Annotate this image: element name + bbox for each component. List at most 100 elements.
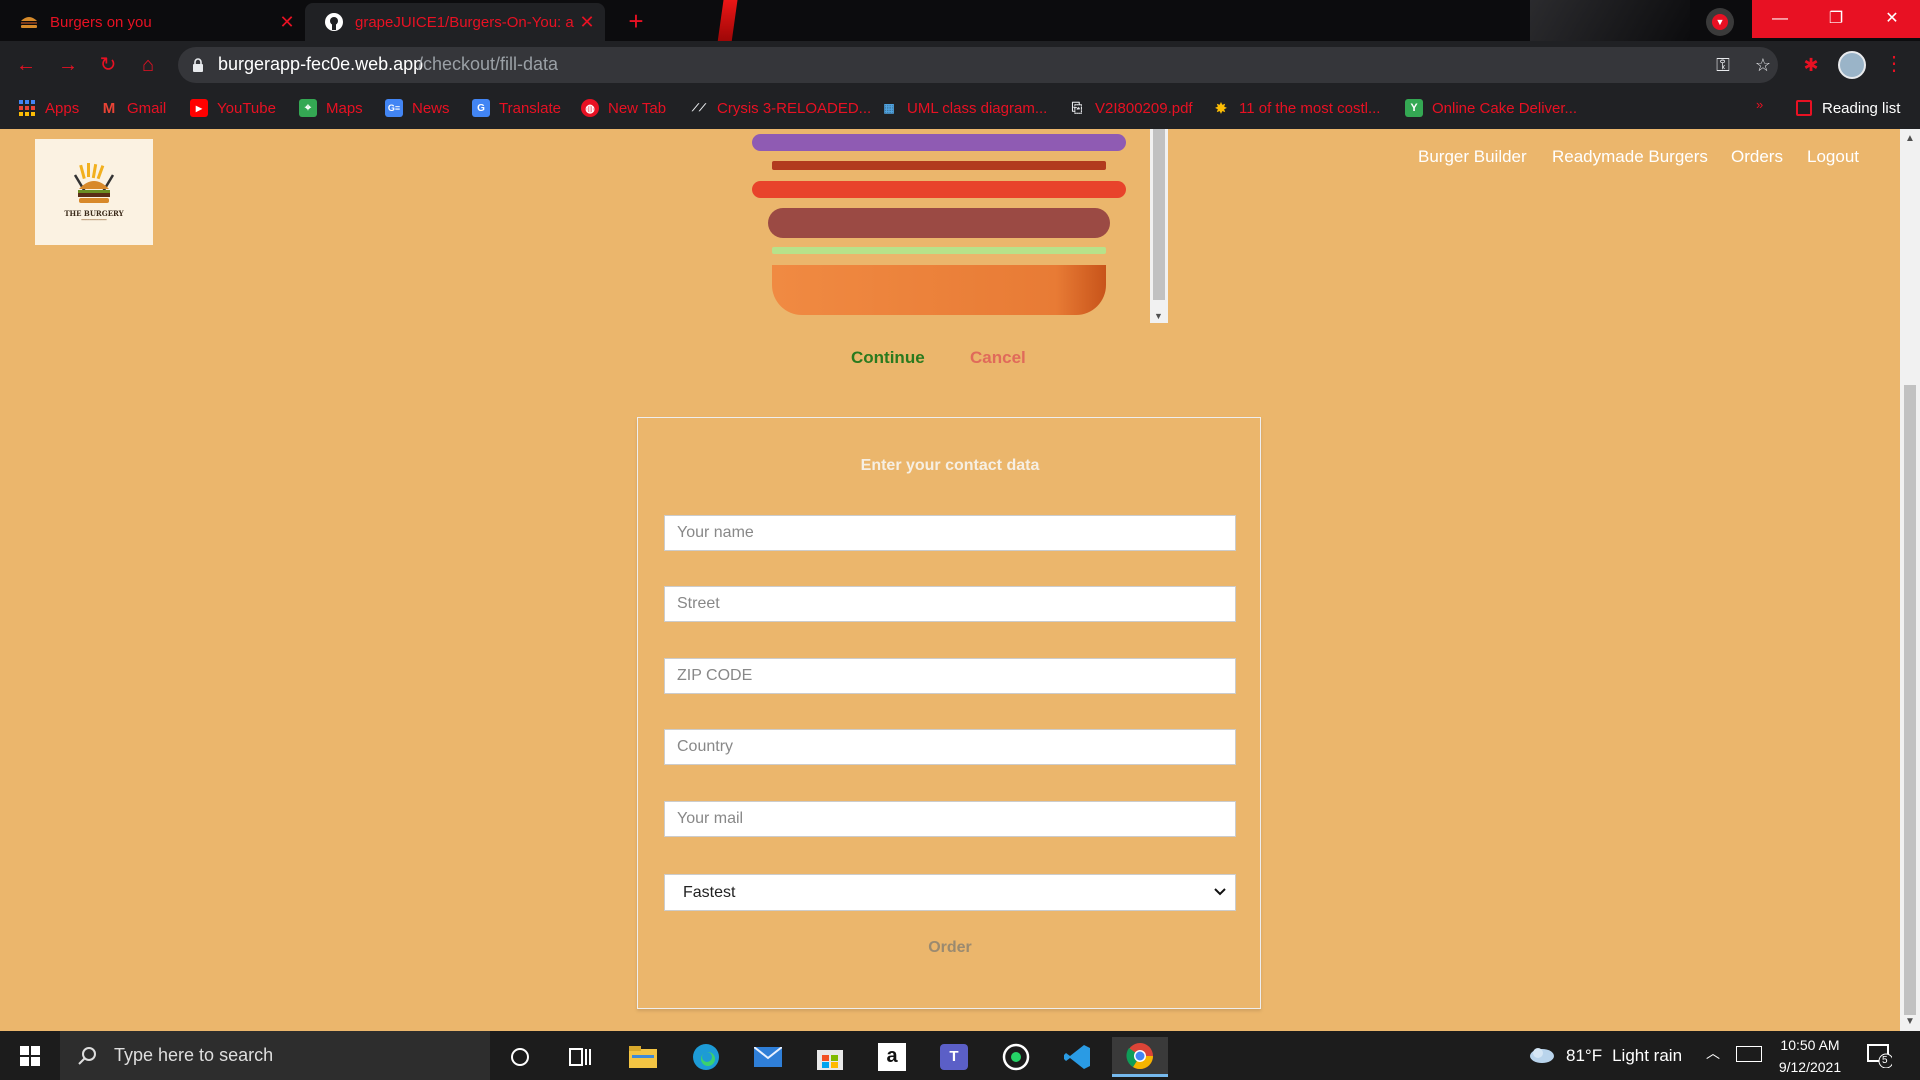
zip-code-field[interactable] bbox=[664, 658, 1236, 694]
vscode-icon[interactable] bbox=[1050, 1037, 1106, 1077]
tab-burgers-on-you[interactable]: Burgers on you ✕ bbox=[0, 3, 305, 41]
bookmark-news[interactable]: G≡ News bbox=[385, 95, 450, 121]
uml-icon: ▦ bbox=[883, 101, 895, 115]
article-icon: ✸ bbox=[1215, 99, 1227, 116]
search-icon bbox=[78, 1046, 96, 1065]
tab-title: Burgers on you bbox=[50, 13, 152, 31]
street-field[interactable] bbox=[664, 586, 1236, 622]
more-bookmarks-chevron-icon[interactable]: » bbox=[1756, 97, 1763, 112]
continue-button[interactable]: Continue bbox=[851, 348, 925, 368]
mail-icon[interactable] bbox=[740, 1037, 796, 1077]
scroll-down-arrow-icon[interactable]: ▼ bbox=[1905, 1016, 1915, 1027]
tab-github[interactable]: grapeJUICE1/Burgers-On-You: a ✕ bbox=[305, 3, 605, 41]
burger-favicon-icon bbox=[20, 13, 38, 31]
burger-preview bbox=[745, 129, 1167, 323]
page-scrollbar[interactable]: ▲ ▼ bbox=[1900, 129, 1920, 1031]
task-view-icon[interactable] bbox=[552, 1037, 608, 1077]
logo-tagline: ━━━━━━━━━━━━ bbox=[81, 217, 107, 222]
restore-button[interactable]: ❐ bbox=[1808, 0, 1864, 38]
bookmark-maps[interactable]: ⌖ Maps bbox=[299, 95, 363, 121]
burger-logo-icon bbox=[73, 162, 115, 203]
notification-count: 5 bbox=[1882, 1055, 1888, 1066]
reading-list-button[interactable]: Reading list bbox=[1796, 95, 1900, 121]
star-bookmark-icon[interactable]: ☆ bbox=[1750, 52, 1776, 78]
burger-layer-bacon bbox=[772, 161, 1106, 170]
page-scrollbar-thumb[interactable] bbox=[1904, 385, 1916, 1015]
name-field[interactable] bbox=[664, 515, 1236, 551]
cancel-button[interactable]: Cancel bbox=[970, 348, 1026, 368]
bookmark-uml[interactable]: ▦ UML class diagram... bbox=[880, 95, 1047, 121]
profile-avatar[interactable] bbox=[1838, 51, 1866, 79]
clock-time: 10:50 AM bbox=[1780, 1037, 1840, 1053]
teams-icon[interactable]: T bbox=[926, 1037, 982, 1077]
minimize-button[interactable]: — bbox=[1752, 0, 1808, 38]
nav-readymade-burgers[interactable]: Readymade Burgers bbox=[1552, 147, 1708, 167]
bookmark-article[interactable]: ✸ 11 of the most costl... bbox=[1212, 95, 1380, 121]
cloud-rain-icon bbox=[1530, 1048, 1554, 1063]
burger-layer-meat bbox=[768, 208, 1110, 238]
key-icon[interactable]: ⚿ bbox=[1710, 52, 1736, 78]
notification-center-icon[interactable]: 5 bbox=[1866, 1042, 1894, 1069]
bookmark-pdf[interactable]: ⎘ V2I800209.pdf bbox=[1068, 95, 1193, 121]
home-icon[interactable]: ⌂ bbox=[134, 51, 162, 79]
chrome-icon[interactable] bbox=[1112, 1037, 1168, 1077]
chevron-down-icon bbox=[1214, 888, 1226, 896]
wallpaper-shade bbox=[1530, 0, 1690, 41]
whatsapp-icon[interactable] bbox=[988, 1037, 1044, 1077]
burger-layer-cheese bbox=[752, 134, 1126, 151]
tab-close-icon[interactable]: ✕ bbox=[275, 12, 299, 33]
order-button[interactable]: Order bbox=[638, 939, 1262, 957]
bookmark-new-tab[interactable]: ◍ New Tab bbox=[581, 95, 666, 121]
bookmark-apps[interactable]: Apps bbox=[18, 95, 79, 121]
browser-tab-bar: Burgers on you ✕ grapeJUICE1/Burgers-On-… bbox=[0, 0, 1920, 41]
scrollbar-thumb[interactable] bbox=[1153, 129, 1165, 300]
weather-widget[interactable]: 81°F Light rain bbox=[1528, 1041, 1682, 1071]
youtube-icon: ▶ bbox=[190, 99, 208, 117]
edge-browser-icon[interactable] bbox=[678, 1037, 734, 1077]
app-logo[interactable]: THE BURGERY ━━━━━━━━━━━━ bbox=[35, 139, 153, 245]
email-field[interactable] bbox=[664, 801, 1236, 837]
start-button[interactable] bbox=[0, 1031, 60, 1080]
bookmark-gmail[interactable]: M Gmail bbox=[100, 95, 166, 121]
browser-menu-icon[interactable]: ⋮ bbox=[1884, 50, 1904, 78]
extension-badge-icon[interactable]: ▼ bbox=[1706, 8, 1734, 36]
bookmark-cake[interactable]: Y Online Cake Deliver... bbox=[1405, 95, 1577, 121]
url-host: burgerapp-fec0e.web.app bbox=[218, 54, 424, 74]
weather-condition: Light rain bbox=[1612, 1046, 1683, 1065]
amazon-icon[interactable]: a bbox=[864, 1037, 920, 1077]
tab-close-icon[interactable]: ✕ bbox=[575, 12, 599, 33]
contact-form: Enter your contact data Fastest Order bbox=[637, 417, 1261, 1009]
form-title: Enter your contact data bbox=[860, 457, 1040, 474]
burger-layer-salad bbox=[772, 247, 1106, 254]
country-field[interactable] bbox=[664, 729, 1236, 765]
scroll-up-arrow-icon[interactable]: ▲ bbox=[1905, 133, 1915, 144]
bookmark-youtube[interactable]: ▶ YouTube bbox=[190, 95, 276, 121]
burger-preview-scrollbar[interactable]: ▼ bbox=[1150, 129, 1168, 323]
delivery-method-select[interactable]: Fastest bbox=[664, 874, 1236, 911]
back-arrow-icon[interactable]: ← bbox=[12, 51, 40, 79]
tray-chevron-up-icon[interactable]: ︿ bbox=[1706, 1043, 1720, 1063]
file-explorer-icon[interactable] bbox=[615, 1037, 671, 1077]
reading-list-icon bbox=[1796, 100, 1812, 116]
bookmark-crysis[interactable]: ⟋⟋ Crysis 3-RELOADED... bbox=[690, 95, 871, 121]
cortana-icon[interactable] bbox=[492, 1037, 548, 1077]
logo-text: THE BURGERY bbox=[64, 208, 124, 218]
scroll-down-arrow-icon[interactable]: ▼ bbox=[1154, 311, 1163, 321]
forward-arrow-icon[interactable]: → bbox=[54, 51, 82, 79]
keyboard-icon[interactable] bbox=[1736, 1046, 1762, 1062]
bookmark-translate[interactable]: G Translate bbox=[472, 95, 561, 121]
microsoft-store-icon[interactable] bbox=[802, 1037, 858, 1077]
extensions-puzzle-icon[interactable]: ✱ bbox=[1798, 52, 1824, 78]
nav-logout[interactable]: Logout bbox=[1807, 147, 1859, 167]
page-viewport: THE BURGERY ━━━━━━━━━━━━ Burger Builder … bbox=[0, 129, 1900, 1031]
lock-icon[interactable] bbox=[192, 58, 204, 72]
nav-orders[interactable]: Orders bbox=[1731, 147, 1783, 167]
nav-burger-builder[interactable]: Burger Builder bbox=[1418, 147, 1527, 167]
system-clock[interactable]: 10:50 AM 9/12/2021 bbox=[1770, 1034, 1850, 1078]
close-window-button[interactable]: ✕ bbox=[1864, 0, 1920, 38]
reload-icon[interactable]: ↻ bbox=[94, 51, 122, 79]
burger-layer-bottom-bun bbox=[772, 265, 1106, 315]
taskbar-search[interactable]: Type here to search bbox=[60, 1031, 490, 1080]
burger-layer-tomato bbox=[752, 181, 1126, 198]
new-tab-button[interactable]: + bbox=[620, 6, 652, 38]
